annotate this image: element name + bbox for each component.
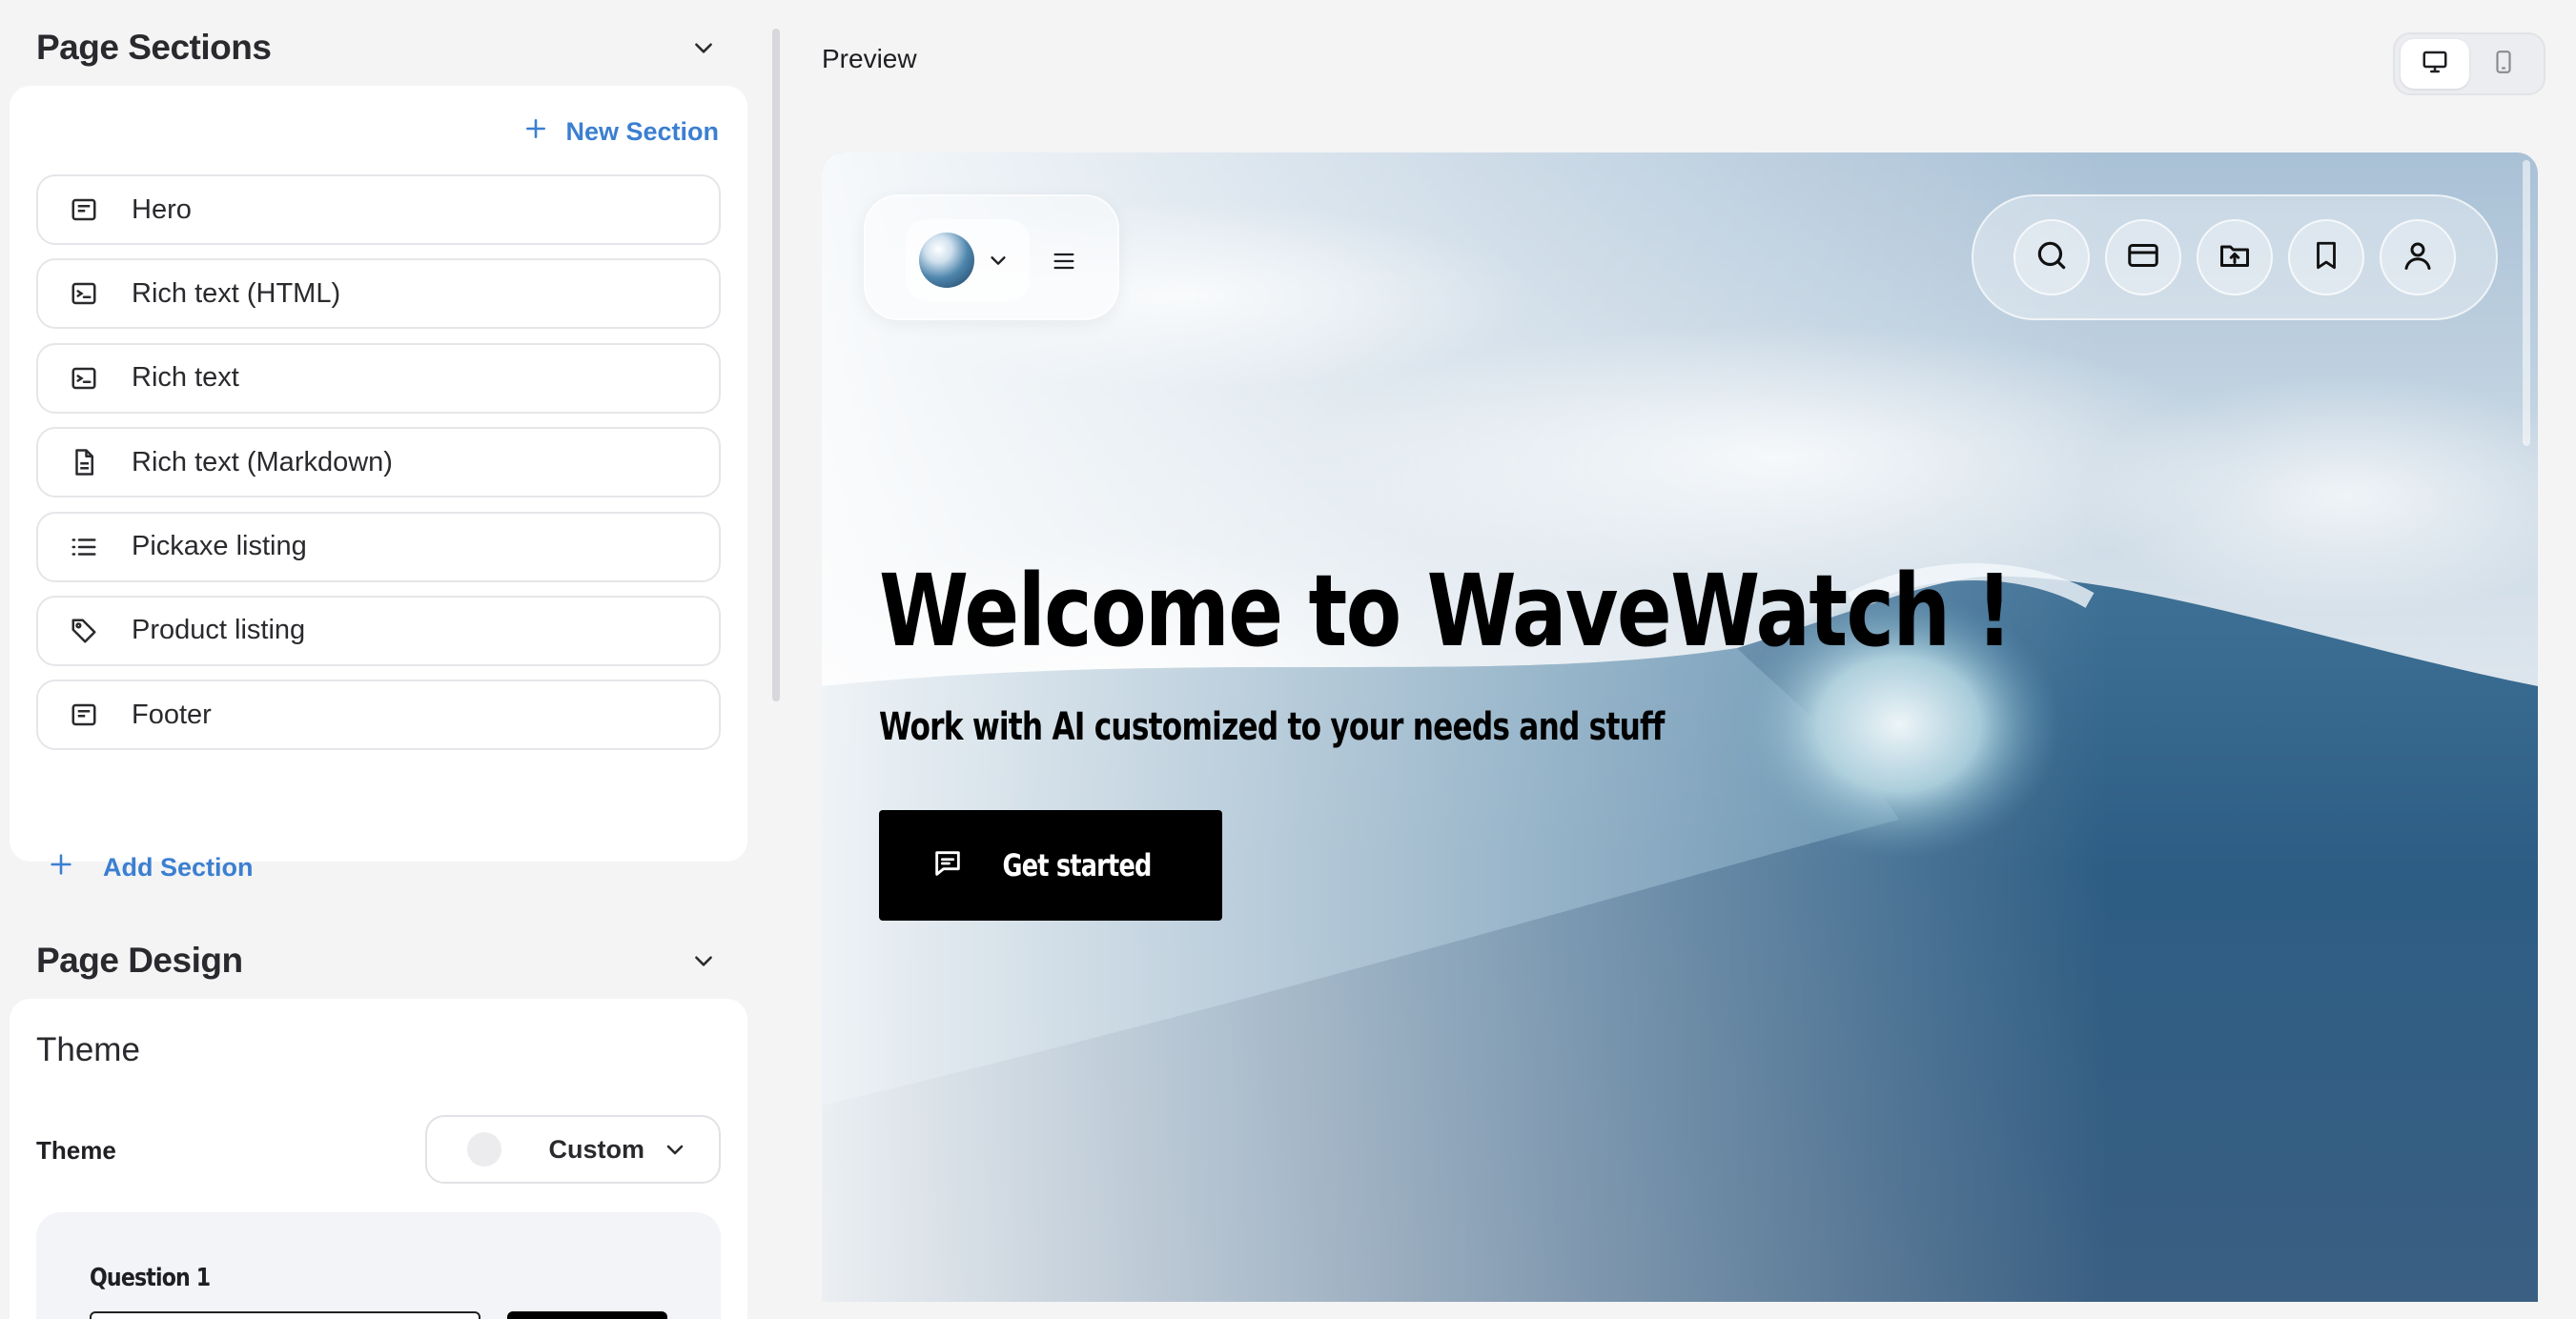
chevron-down-icon[interactable] — [685, 29, 723, 67]
theme-swatch — [467, 1132, 501, 1167]
add-section-button[interactable]: Add Section — [48, 843, 254, 891]
section-item-rich-text[interactable]: Rich text — [36, 342, 721, 414]
section-item-label: Rich text (HTML) — [132, 277, 341, 309]
device-toggle — [2393, 32, 2545, 95]
section-item-label: Hero — [132, 193, 192, 225]
section-item-label: Product listing — [132, 615, 306, 646]
mobile-view-button[interactable] — [2469, 39, 2538, 89]
site-logo-dropdown[interactable] — [906, 219, 1030, 301]
add-section-label: Add Section — [103, 852, 254, 882]
hero-title: Welcome to WaveWatch ! — [879, 553, 2013, 669]
theme-heading: Theme — [36, 1031, 140, 1068]
theme-value: Custom — [548, 1134, 645, 1164]
section-item-footer[interactable]: Footer — [36, 680, 721, 751]
page-sections-card: New Section Hero Rich text (HTML) Rich t… — [10, 86, 747, 882]
bookmark-icon — [2310, 238, 2342, 277]
section-item-rich-text-html[interactable]: Rich text (HTML) — [36, 258, 721, 330]
account-button[interactable] — [2380, 219, 2456, 295]
hero-subtitle: Work with AI customized to your needs an… — [879, 705, 1665, 749]
hamburger-menu-icon[interactable] — [1047, 244, 1081, 278]
bookmark-button[interactable] — [2288, 219, 2364, 295]
get-started-label: Get started — [1002, 847, 1153, 883]
get-started-button[interactable]: Get started — [879, 810, 1222, 921]
section-layout-icon — [67, 193, 101, 227]
new-section-label: New Section — [565, 116, 719, 146]
section-list: Hero Rich text (HTML) Rich text Rich tex… — [36, 174, 721, 764]
credit-card-icon — [2124, 238, 2162, 277]
question-input-preview — [90, 1311, 480, 1319]
new-section-button[interactable]: New Section — [523, 111, 719, 152]
plus-icon — [48, 851, 74, 884]
desktop-view-button[interactable] — [2401, 39, 2469, 89]
site-nav-right — [1972, 194, 2498, 320]
user-icon — [2401, 237, 2435, 278]
page-sections-header[interactable]: Page Sections — [36, 19, 723, 76]
search-button[interactable] — [2014, 219, 2090, 295]
upload-button[interactable] — [2197, 219, 2273, 295]
chat-icon — [930, 847, 965, 884]
preview-scrollbar[interactable] — [2523, 160, 2530, 446]
preview-frame: Welcome to WaveWatch ! Work with AI cust… — [822, 152, 2538, 1302]
terminal-icon — [67, 361, 101, 396]
section-item-label: Pickaxe listing — [132, 531, 307, 562]
theme-label: Theme — [36, 1136, 116, 1165]
section-item-product-listing[interactable]: Product listing — [36, 595, 721, 666]
phone-icon — [2491, 48, 2516, 81]
monitor-icon — [2421, 48, 2449, 81]
chevron-down-icon — [664, 1136, 690, 1163]
folder-upload-icon — [2217, 238, 2253, 277]
section-item-label: Rich text (Markdown) — [132, 446, 393, 477]
section-layout-icon — [67, 698, 101, 732]
section-item-label: Footer — [132, 699, 212, 730]
search-icon — [2034, 237, 2070, 278]
editor-panel: Page Sections New Section Hero Rich text… — [0, 0, 763, 1319]
page-design-header[interactable]: Page Design — [36, 932, 723, 989]
site-nav-left — [864, 194, 1119, 320]
document-icon — [67, 445, 101, 479]
section-item-rich-text-markdown[interactable]: Rich text (Markdown) — [36, 427, 721, 498]
theme-preview-card: Question 1 — [36, 1212, 721, 1319]
page-design-card: Theme Theme Custom Question 1 — [10, 999, 747, 1319]
section-item-label: Rich text — [132, 362, 239, 394]
panel-scrollbar[interactable] — [772, 29, 780, 701]
tag-icon — [67, 614, 101, 648]
theme-select[interactable]: Custom — [425, 1115, 721, 1184]
preview-label: Preview — [822, 44, 917, 73]
site-logo — [919, 233, 974, 288]
page-sections-title: Page Sections — [36, 28, 272, 67]
section-item-hero[interactable]: Hero — [36, 174, 721, 245]
page-design-title: Page Design — [36, 941, 243, 980]
terminal-icon — [67, 276, 101, 311]
chevron-down-icon[interactable] — [685, 942, 723, 980]
chevron-down-icon — [988, 249, 1011, 272]
section-item-pickaxe-listing[interactable]: Pickaxe listing — [36, 511, 721, 582]
billing-button[interactable] — [2105, 219, 2181, 295]
plus-icon — [523, 116, 548, 148]
question-label: Question 1 — [90, 1264, 211, 1292]
question-button-preview — [507, 1311, 667, 1319]
list-icon — [67, 530, 101, 564]
